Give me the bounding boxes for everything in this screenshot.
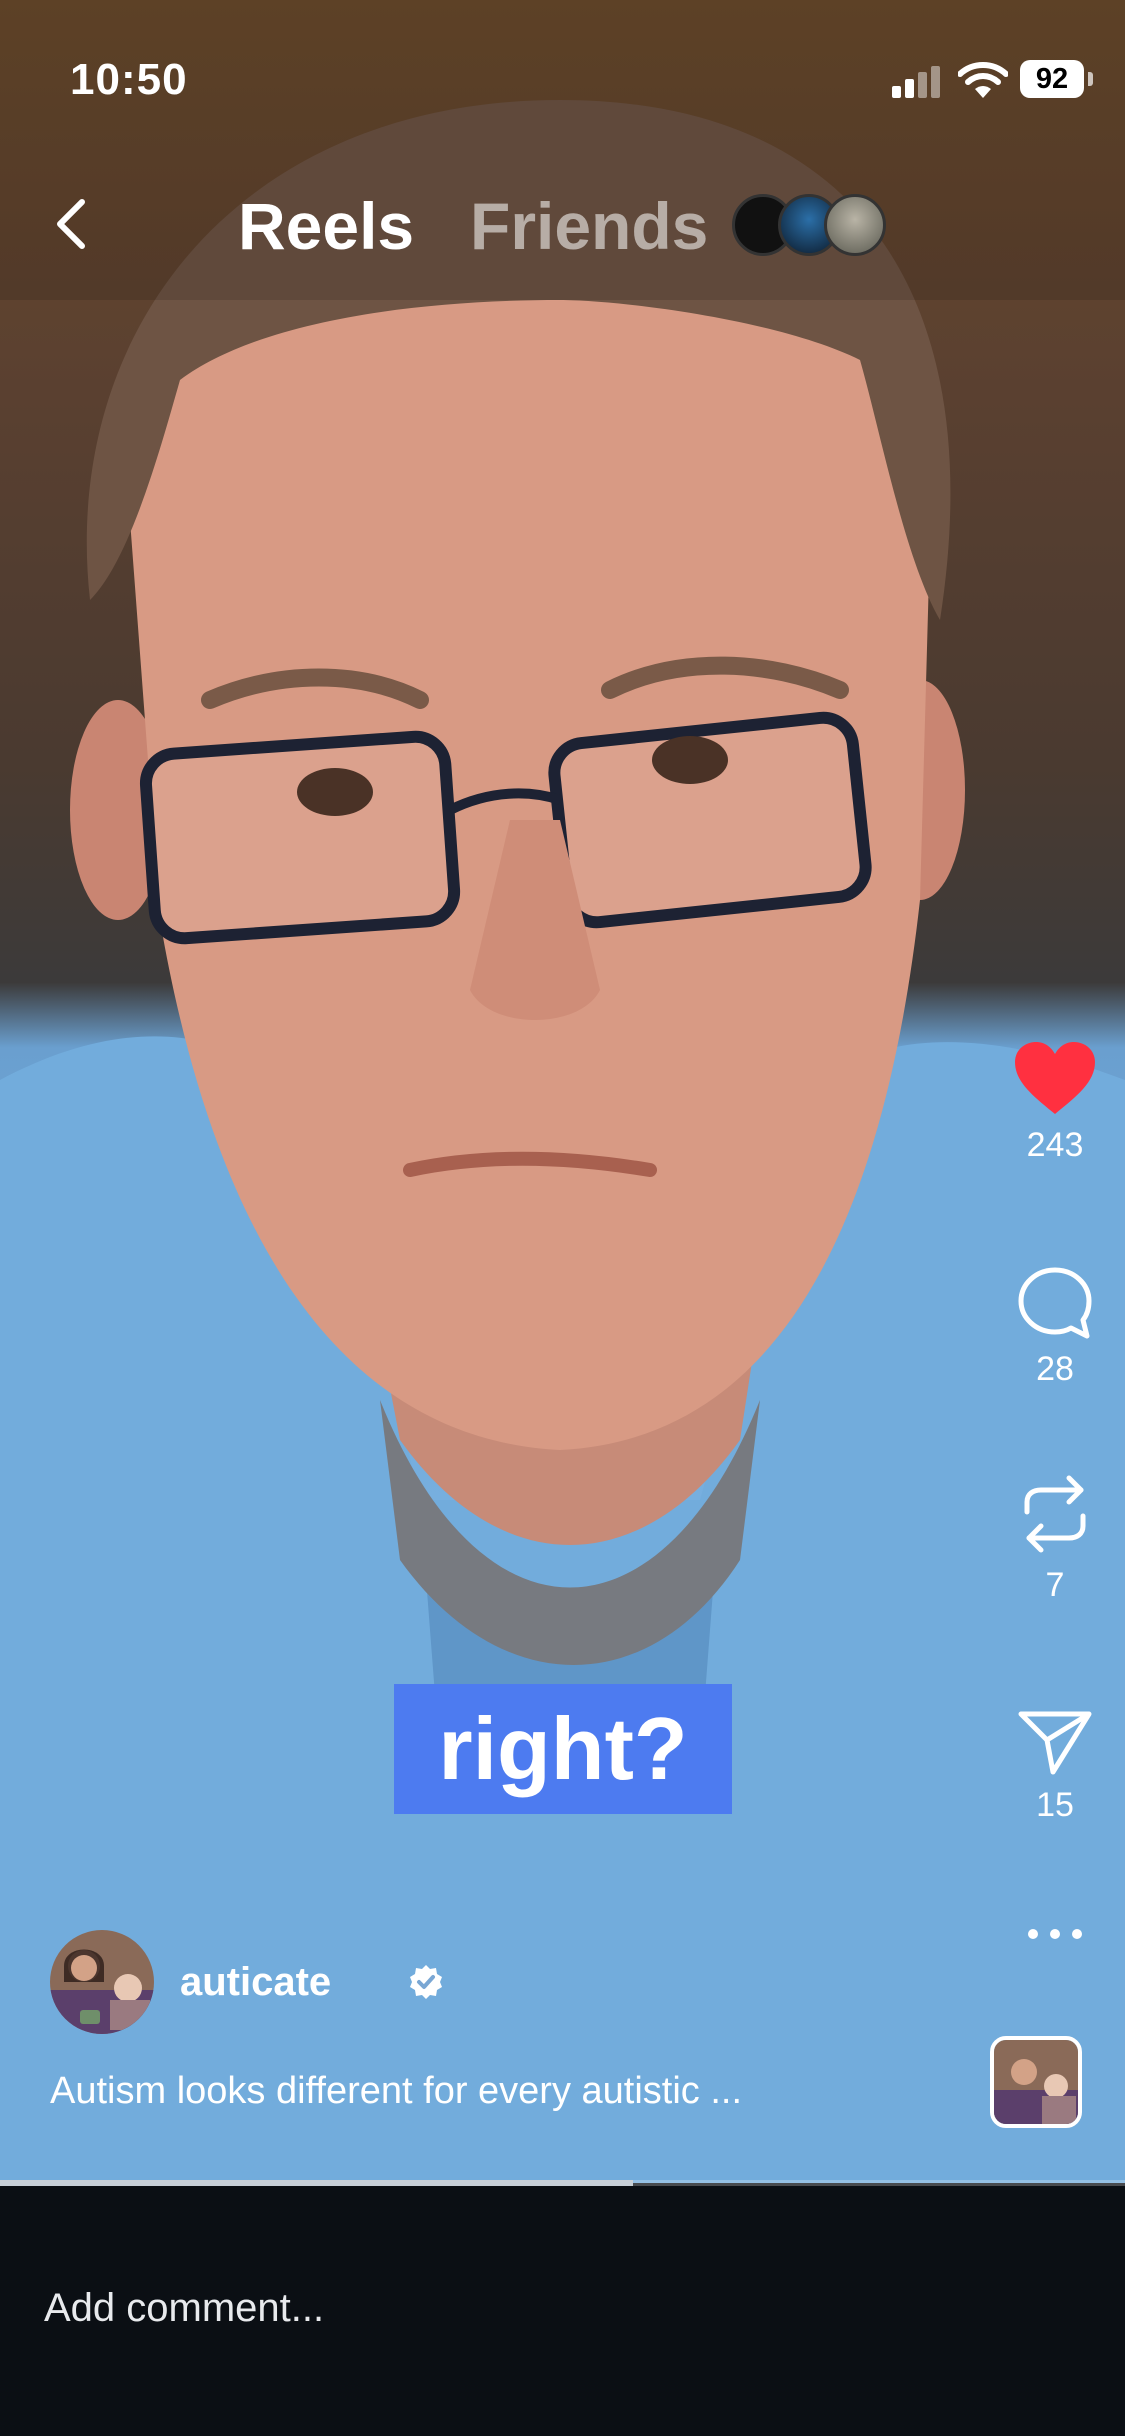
repost-count: 7 [1045, 1566, 1065, 1604]
tab-friends[interactable]: Friends [470, 188, 708, 264]
share-icon[interactable] [1017, 1708, 1093, 1776]
like-count: 243 [1026, 1126, 1084, 1164]
video-frame [0, 0, 1125, 2183]
battery-nub [1088, 72, 1093, 86]
avatar-image [50, 1930, 154, 2034]
battery-level: 92 [1020, 60, 1084, 98]
heart-icon[interactable] [1013, 1040, 1097, 1116]
friend-avatar [824, 194, 886, 256]
author-row[interactable]: auticate [50, 1930, 750, 2040]
reel-video[interactable] [0, 0, 1125, 2183]
friends-avatar-stack[interactable] [732, 194, 892, 256]
cellular-signal-icon [892, 66, 940, 98]
more-icon[interactable] [1025, 1926, 1085, 1942]
repost-icon[interactable] [1019, 1472, 1091, 1556]
comment-bar: Add comment... [0, 2186, 1125, 2436]
audio-thumbnail[interactable] [990, 2036, 1082, 2128]
back-chevron-icon[interactable] [44, 196, 100, 252]
status-bar: 10:50 92 [0, 0, 1125, 160]
video-caption: right? [394, 1684, 732, 1814]
verified-badge-icon [410, 1965, 442, 1999]
comment-action[interactable]: 28 [985, 1266, 1125, 1389]
repost-action[interactable]: 7 [985, 1472, 1125, 1605]
tab-reels[interactable]: Reels [238, 188, 414, 264]
status-time: 10:50 [70, 55, 188, 104]
post-description[interactable]: Autism looks different for every autisti… [50, 2070, 742, 2113]
top-nav: Reels Friends [0, 180, 1125, 270]
author-username[interactable]: auticate [180, 1960, 331, 2005]
more-action[interactable] [985, 1926, 1125, 1942]
comment-count: 28 [1036, 1350, 1074, 1388]
comment-icon[interactable] [1017, 1266, 1093, 1340]
like-action[interactable]: 243 [985, 1040, 1125, 1165]
reels-screen: 10:50 92 Reels Friends right? 243 28 7 1… [0, 0, 1125, 2436]
author-avatar[interactable] [50, 1930, 154, 2034]
share-count: 15 [1036, 1786, 1074, 1824]
share-action[interactable]: 15 [985, 1708, 1125, 1825]
wifi-icon [958, 62, 1008, 98]
audio-thumbnail-image [994, 2040, 1078, 2124]
add-comment-input[interactable]: Add comment... [44, 2286, 324, 2331]
